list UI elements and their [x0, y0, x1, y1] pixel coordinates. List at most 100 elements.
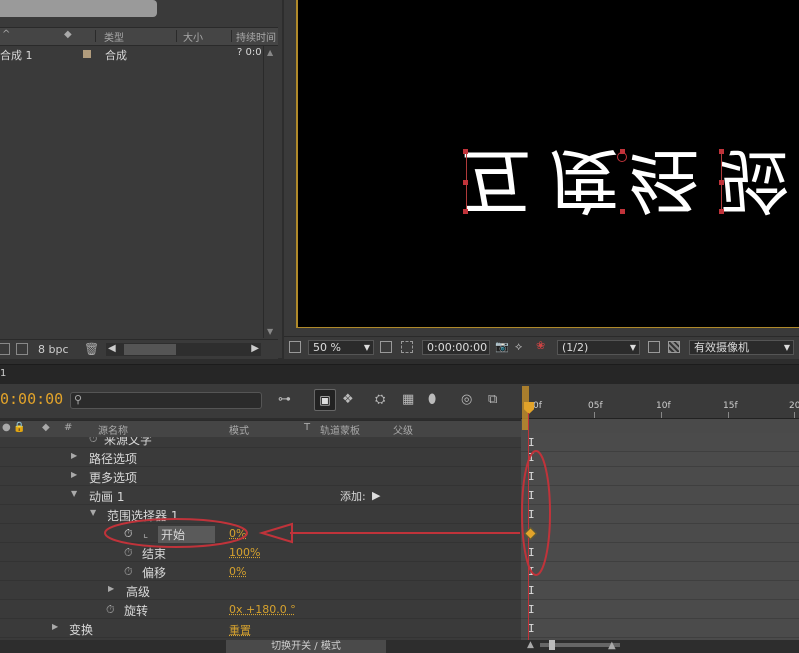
property-value[interactable]: 0% [229, 527, 246, 540]
property-value[interactable]: 0x +180.0 ° [229, 603, 296, 616]
col-type[interactable]: 类型 [104, 29, 124, 44]
scroll-down-icon[interactable]: ▼ [267, 327, 273, 336]
hide-shy-layers-icon[interactable]: ⛭ [375, 392, 385, 407]
checkerboard-icon[interactable] [668, 341, 680, 353]
label-tag-icon[interactable]: ◆ [42, 422, 50, 433]
label-color-swatch[interactable] [83, 50, 91, 58]
transform-handle[interactable] [463, 180, 468, 185]
lock-icon[interactable]: 🔒 [13, 422, 25, 433]
expand-arrow-icon[interactable]: ▶ [52, 622, 58, 631]
safe-zones-icon[interactable] [380, 341, 392, 353]
motion-blur-icon[interactable]: ⬮ [428, 392, 436, 407]
col-parent[interactable]: 父级 [393, 422, 413, 437]
property-row[interactable]: ⏱ 旋转 0x +180.0 ° [0, 600, 521, 619]
project-item-row[interactable]: 合成 1 合成 ? 0:0 [0, 45, 278, 63]
transparency-grid-icon[interactable] [401, 341, 413, 353]
project-search-field[interactable] [0, 0, 157, 17]
property-group-row[interactable]: ▶ 高级 [0, 581, 521, 600]
col-track-matte[interactable]: 轨道蒙板 [320, 422, 360, 437]
snapshot-icon[interactable]: 📷 [495, 340, 509, 353]
zoom-slider-thumb[interactable] [549, 640, 555, 650]
new-folder-icon[interactable] [16, 343, 28, 355]
property-value[interactable]: 0% [229, 565, 246, 578]
stopwatch-icon[interactable]: ⏱ [106, 603, 115, 617]
current-time-field[interactable]: 0:00:00:00 [422, 340, 490, 355]
property-row-selected[interactable]: ⏱ ⌞ 开始 0% [0, 524, 521, 543]
search-icon: ⚲ [74, 393, 83, 406]
scrollbar-thumb[interactable] [124, 344, 176, 355]
reset-link[interactable]: 重置 [229, 622, 251, 638]
camera-dropdown[interactable]: 有效摄像机 ▼ [689, 340, 794, 355]
transform-handle[interactable] [463, 149, 468, 154]
zoom-dropdown[interactable]: 50 % ▼ [308, 340, 374, 355]
property-row[interactable]: ⏱ 偏移 0% [0, 562, 521, 581]
collapse-arrow-icon[interactable]: ▼ [90, 508, 96, 517]
range-selector-row[interactable]: ▼ 范围选择器 1 [0, 505, 521, 524]
expand-arrow-icon[interactable]: ▶ [71, 470, 77, 479]
channel-icon[interactable]: ❀ [536, 339, 545, 352]
live-update-icon[interactable]: ▣ [314, 389, 336, 411]
transform-handle[interactable] [719, 209, 724, 214]
col-size[interactable]: 大小 [183, 29, 203, 44]
draft-3d-icon[interactable]: ❖ [342, 392, 354, 407]
timeline-search-input[interactable]: ⚲ [70, 392, 262, 409]
composition-viewer[interactable]: 互 度 经 验 [299, 0, 799, 319]
chevron-down-icon: ▼ [629, 343, 636, 352]
stopwatch-icon[interactable]: ⏱ [89, 437, 98, 446]
graph-icon[interactable]: ⌞ [143, 527, 148, 540]
project-item-type: 合成 [105, 49, 127, 62]
property-group-row[interactable]: ▶ 变换 重置 [0, 619, 521, 638]
interpret-footage-icon[interactable] [0, 343, 10, 355]
brainstorm-icon[interactable]: ◎ [461, 392, 472, 407]
stopwatch-icon[interactable]: ⏱ [124, 565, 133, 579]
sort-arrow-icon[interactable]: ^ [2, 29, 10, 40]
stopwatch-icon[interactable]: ⏱ [124, 546, 133, 560]
trash-icon[interactable]: 🗑 [84, 342, 99, 356]
time-ruler[interactable]: 0f 05f 10f 15f 20 [521, 384, 799, 418]
property-group-row[interactable]: ▶ 路径选项 [0, 448, 521, 467]
expand-arrow-icon[interactable]: ▶ [71, 451, 77, 460]
scroll-up-icon[interactable]: ▲ [267, 48, 273, 57]
bit-depth-button[interactable]: 8 bpc [38, 343, 69, 356]
work-area-bar[interactable] [521, 418, 799, 433]
add-menu-label[interactable]: 添加: [340, 488, 366, 504]
col-source-name[interactable]: 源名称 [98, 422, 128, 437]
zoom-out-icon[interactable]: ▲ [527, 640, 534, 650]
always-preview-icon[interactable] [289, 341, 301, 353]
label-tag-icon[interactable]: ◆ [64, 29, 72, 40]
graph-editor-icon[interactable]: ⧉ [488, 392, 497, 407]
property-row[interactable]: ⏱ 结束 100% [0, 543, 521, 562]
region-of-interest-icon[interactable] [648, 341, 660, 353]
timeline-tab[interactable]: 1 [0, 368, 6, 379]
stopwatch-active-icon[interactable]: ⏱ [124, 527, 133, 541]
timeline-timecode[interactable]: 0:00:00 [0, 390, 63, 408]
toggle-switches-modes-button[interactable]: 切换开关 / 模式 [226, 640, 386, 653]
property-name: 高级 [126, 585, 151, 599]
col-duration[interactable]: 持续时间 [236, 29, 276, 44]
zoom-in-icon[interactable]: ▲ [608, 640, 616, 651]
transform-handle[interactable] [463, 209, 468, 214]
resolution-dropdown[interactable]: (1/2) ▼ [557, 340, 640, 355]
transform-handle[interactable] [620, 209, 625, 214]
show-snapshot-icon[interactable]: ⟡ [515, 340, 522, 354]
add-menu-icon[interactable]: ▶ [372, 489, 380, 502]
project-horizontal-scrollbar[interactable]: ◀ ▶ [106, 343, 261, 356]
property-group-row[interactable]: ▶ 更多选项 [0, 467, 521, 486]
scroll-left-icon[interactable]: ◀ [108, 343, 116, 354]
comp-mini-flowchart-icon[interactable]: ⊶ [278, 392, 291, 407]
frame-blending-icon[interactable]: ▦ [402, 392, 414, 407]
eye-icon[interactable]: ● [2, 422, 11, 433]
scroll-right-icon[interactable]: ▶ [251, 343, 259, 354]
property-row[interactable]: ⏱ 来源文字 [0, 437, 521, 448]
property-value[interactable]: 100% [229, 546, 260, 559]
transform-handle[interactable] [719, 149, 724, 154]
collapse-arrow-icon[interactable]: ▼ [71, 489, 77, 498]
transform-handle[interactable] [719, 180, 724, 185]
anchor-point-icon[interactable] [617, 152, 627, 162]
col-mode[interactable]: 模式 [229, 422, 249, 437]
expand-arrow-icon[interactable]: ▶ [108, 584, 114, 593]
animator-row[interactable]: ▼ 动画 1 添加: ▶ [0, 486, 521, 505]
timeline-column-header: ● 🔒 ◆ # 源名称 模式 T 轨道蒙板 父级 [0, 420, 521, 438]
project-vertical-scrollbar[interactable]: ▲ ▼ [263, 46, 278, 338]
timeline-tracks[interactable]: I I I I I I I I I I [521, 433, 799, 653]
